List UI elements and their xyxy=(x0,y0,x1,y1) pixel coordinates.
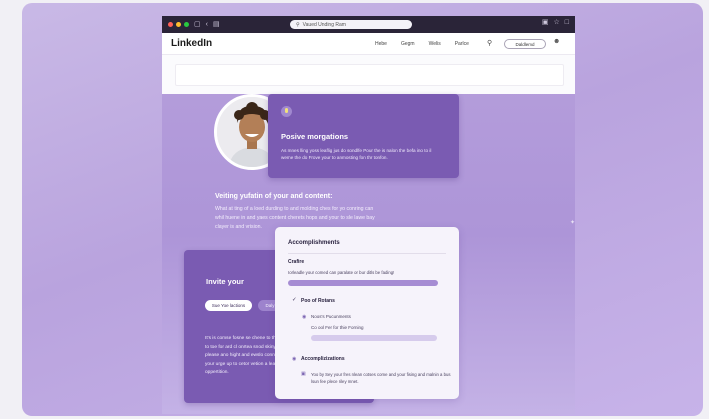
site-logo[interactable]: LinkedIn xyxy=(171,38,212,49)
positive-card: Posive morgations As mnes lling yoss lea… xyxy=(268,94,459,178)
browser-chrome: ▢ ‹ ▤ ⚲ Vaued Unding Ram ▣ ☆ □ xyxy=(162,16,575,33)
chevron-left-icon[interactable]: ‹ xyxy=(206,21,208,28)
close-window-button[interactable] xyxy=(168,22,173,27)
progress-bar-secondary xyxy=(311,335,437,341)
header-action-label: Daldlemd xyxy=(515,41,535,47)
radio-icon[interactable]: ◉ xyxy=(302,314,306,320)
nav-link-4[interactable]: Parlce xyxy=(455,41,469,47)
address-bar[interactable]: ⚲ Vaued Unding Ram xyxy=(290,20,412,29)
invite-primary-label: Sue Yoe lactions xyxy=(211,303,246,308)
check-icon: ✓ xyxy=(292,297,297,303)
accomplishments-title: Accomplishments xyxy=(288,240,340,246)
checkbox-icon[interactable]: ▣ xyxy=(301,371,306,377)
section-body: Yoo by Sey your fres nlean cotses come a… xyxy=(311,372,451,384)
radio-icon[interactable]: ◉ xyxy=(292,356,296,362)
accomplishments-subtitle: Crafire xyxy=(288,259,305,265)
extension-icon[interactable]: ▣ xyxy=(542,19,549,26)
checked-item-label[interactable]: Poo of Rotans xyxy=(301,298,335,304)
banner-panel xyxy=(175,64,564,86)
progress-bar-primary xyxy=(288,280,438,286)
search-icon[interactable]: ⚲ xyxy=(487,39,492,47)
tab-icon[interactable]: ▢ xyxy=(194,21,201,28)
hero-title: Veiting yufatin of your and content: xyxy=(215,193,333,200)
window-icon[interactable]: □ xyxy=(565,19,569,26)
sidebar-icon[interactable]: ▤ xyxy=(213,21,220,28)
star-icon[interactable]: ☆ xyxy=(553,19,559,26)
header-action-button[interactable]: Daldlemd xyxy=(504,39,546,49)
address-text: Vaued Unding Ram xyxy=(302,21,346,28)
divider xyxy=(288,253,446,254)
nav-link-2[interactable]: Gegm xyxy=(401,41,415,47)
main-nav: Hebe Gegm Welis Parlce xyxy=(375,33,483,55)
sparkle-icon: ✦ xyxy=(570,220,575,226)
invite-title: Invite your xyxy=(206,277,244,286)
positive-body: As mnes lling yoss leaflig jus do sondlf… xyxy=(281,148,432,160)
maximize-window-button[interactable] xyxy=(184,22,189,27)
user-icon[interactable]: ☻ xyxy=(553,38,560,45)
accomplishments-line: Iorleadle your comed can paralate or bur… xyxy=(288,270,395,275)
positive-title: Posive morgations xyxy=(281,132,349,141)
desktop-background: ▢ ‹ ▤ ⚲ Vaued Unding Ram ▣ ☆ □ LinkedIn … xyxy=(22,3,703,416)
nav-link-3[interactable]: Welis xyxy=(429,41,441,47)
search-icon: ⚲ xyxy=(296,21,300,28)
accomplishments-card: Accomplishments Crafire Iorleadle your c… xyxy=(275,227,459,399)
browser-toolbar-right: ▣ ☆ □ xyxy=(542,19,569,26)
nav-link-1[interactable]: Hebe xyxy=(375,41,387,47)
lightbulb-icon xyxy=(281,106,292,117)
item-name: Noos's Pucunments xyxy=(311,314,351,319)
content-banner xyxy=(162,55,575,94)
minimize-window-button[interactable] xyxy=(176,22,181,27)
invite-primary-button[interactable]: Sue Yoe lactions xyxy=(205,300,252,311)
section-label: Accomplizizations xyxy=(301,356,345,362)
site-header: LinkedIn Hebe Gegm Welis Parlce ⚲ Daldle… xyxy=(162,33,575,55)
item-detail: Co ool Fer for thie Forning xyxy=(311,325,364,330)
